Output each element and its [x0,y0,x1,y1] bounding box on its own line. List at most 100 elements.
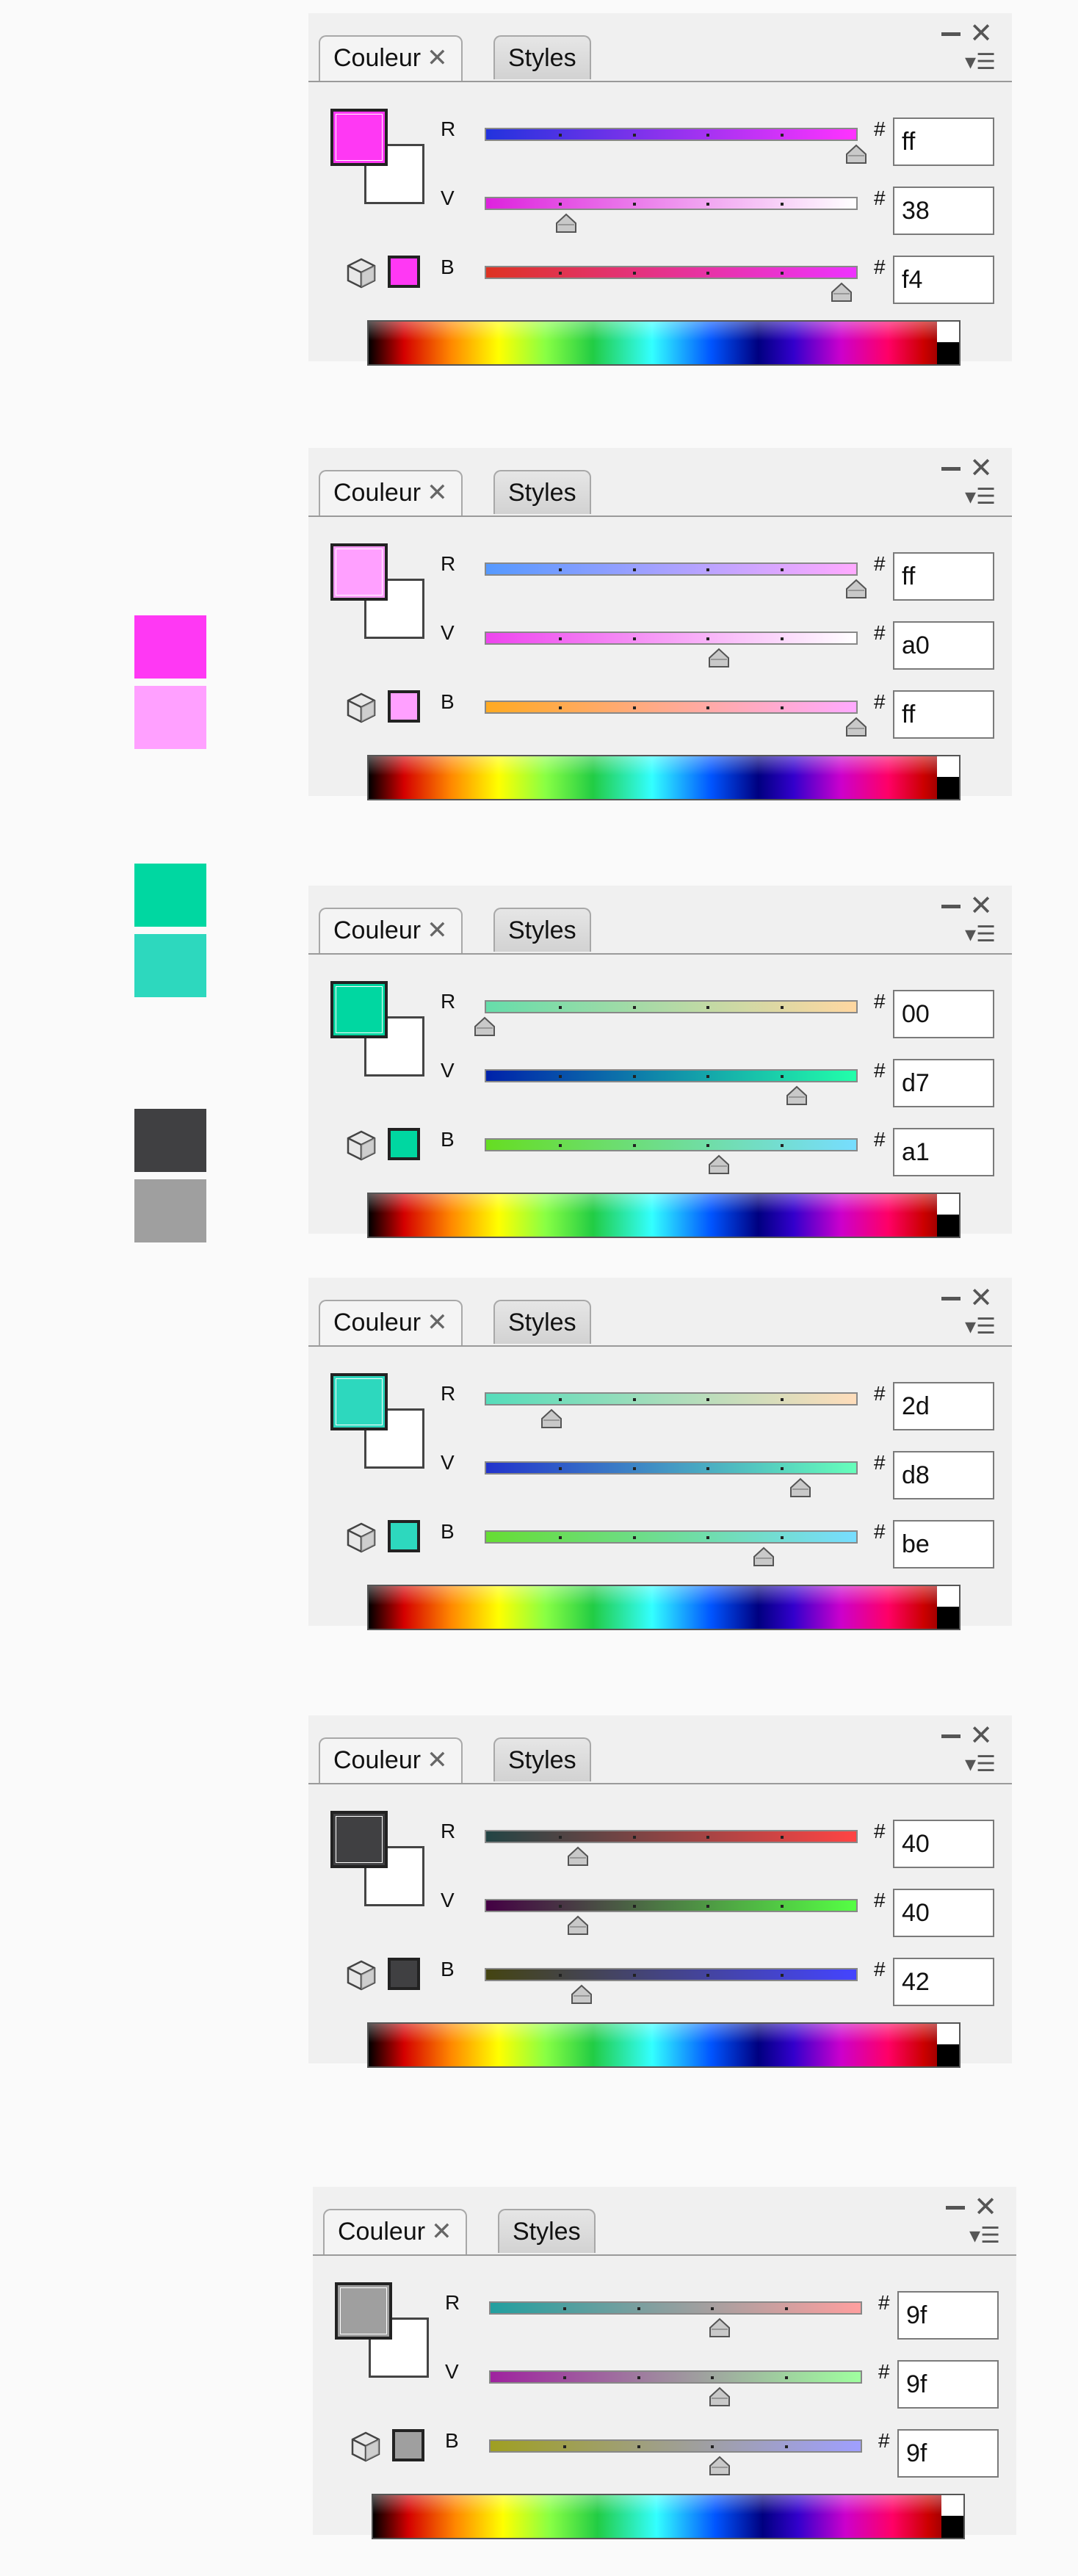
slider-thumb[interactable] [569,1984,594,2005]
channel-slider-track[interactable] [485,1461,858,1475]
slider-thumb[interactable] [751,1546,776,1567]
hex-value-field[interactable] [893,1958,994,2006]
panel-menu-icon[interactable]: ▾☰ [969,2224,1000,2248]
channel-slider-track[interactable] [485,1530,858,1544]
panel-menu-icon[interactable]: ▾☰ [965,485,996,510]
white-swatch[interactable] [941,2495,963,2516]
tab-couleur[interactable]: Couleur ✕ [319,1737,463,1783]
tab-styles[interactable]: Styles [493,908,591,952]
channel-slider-track[interactable] [485,128,858,141]
color-spectrum-ramp[interactable] [367,755,961,800]
tab-couleur[interactable]: Couleur ✕ [319,908,463,953]
panel-menu-icon[interactable]: ▾☰ [965,1314,996,1339]
tab-styles[interactable]: Styles [493,35,591,79]
hex-value-field[interactable] [893,117,994,166]
hex-value-field[interactable] [893,256,994,304]
hex-value-field[interactable] [897,2429,999,2478]
close-tab-icon[interactable]: ✕ [431,2218,452,2246]
channel-slider-track[interactable] [485,1069,858,1082]
channel-slider-track[interactable] [485,1138,858,1151]
hex-value-field[interactable] [893,690,994,739]
hex-value-field[interactable] [893,187,994,235]
foreground-color-swatch[interactable] [330,1811,388,1868]
hex-value-field[interactable] [893,1820,994,1868]
hex-value-field[interactable] [893,1128,994,1176]
slider-thumb[interactable] [472,1016,497,1037]
foreground-color-swatch[interactable] [335,2282,392,2340]
tab-styles[interactable]: Styles [493,470,591,514]
channel-slider-track[interactable] [485,562,858,576]
black-swatch[interactable] [941,2516,963,2538]
channel-slider-track[interactable] [485,1392,858,1405]
hex-value-field[interactable] [897,2291,999,2340]
white-swatch[interactable] [937,1586,959,1607]
slider-thumb[interactable] [788,1477,813,1498]
close-tab-icon[interactable]: ✕ [427,479,448,507]
panel-menu-icon[interactable]: ▾☰ [965,50,996,75]
color-spectrum-ramp[interactable] [367,320,961,366]
minimize-icon[interactable] [941,1297,961,1300]
color-spectrum-ramp[interactable] [367,2022,961,2068]
white-swatch[interactable] [937,756,959,777]
channel-slider-track[interactable] [485,1000,858,1013]
close-icon[interactable]: ✕ [969,1284,993,1313]
hex-value-field[interactable] [893,1059,994,1107]
tab-couleur[interactable]: Couleur ✕ [319,35,463,81]
close-tab-icon[interactable]: ✕ [427,1309,448,1336]
color-spectrum-ramp[interactable] [367,1193,961,1238]
slider-thumb[interactable] [707,2456,732,2476]
slider-thumb[interactable] [844,579,869,599]
close-icon[interactable]: ✕ [969,454,993,483]
close-icon[interactable]: ✕ [969,1721,993,1751]
slider-thumb[interactable] [554,213,579,234]
channel-slider-track[interactable] [489,2301,862,2315]
hex-value-field[interactable] [893,1520,994,1569]
panel-menu-icon[interactable]: ▾☰ [965,1752,996,1777]
black-swatch[interactable] [937,1215,959,1237]
close-tab-icon[interactable]: ✕ [427,1746,448,1774]
channel-slider-track[interactable] [485,266,858,279]
slider-thumb[interactable] [844,144,869,164]
minimize-icon[interactable] [946,2206,965,2210]
slider-thumb[interactable] [784,1085,809,1106]
foreground-color-swatch[interactable] [330,543,388,601]
hex-value-field[interactable] [893,621,994,670]
hex-value-field[interactable] [897,2360,999,2409]
close-tab-icon[interactable]: ✕ [427,44,448,72]
channel-slider-track[interactable] [485,1968,858,1981]
tab-styles[interactable]: Styles [498,2209,596,2253]
slider-thumb[interactable] [706,1154,731,1175]
channel-slider-track[interactable] [485,1830,858,1843]
close-icon[interactable]: ✕ [969,891,993,921]
foreground-color-swatch[interactable] [330,1373,388,1430]
slider-thumb[interactable] [539,1408,564,1429]
close-tab-icon[interactable]: ✕ [427,916,448,944]
black-swatch[interactable] [937,777,959,799]
color-spectrum-ramp[interactable] [367,1585,961,1630]
white-swatch[interactable] [937,1194,959,1215]
channel-slider-track[interactable] [485,632,858,645]
tab-couleur[interactable]: Couleur ✕ [319,470,463,515]
tab-styles[interactable]: Styles [493,1737,591,1781]
slider-thumb[interactable] [707,2387,732,2407]
hex-value-field[interactable] [893,1451,994,1499]
slider-thumb[interactable] [829,282,854,303]
hex-value-field[interactable] [893,990,994,1038]
slider-thumb[interactable] [706,648,731,668]
close-icon[interactable]: ✕ [974,2193,997,2222]
color-spectrum-ramp[interactable] [372,2494,965,2539]
channel-slider-track[interactable] [485,701,858,714]
slider-thumb[interactable] [707,2318,732,2338]
minimize-icon[interactable] [941,1734,961,1738]
slider-thumb[interactable] [565,1846,590,1867]
channel-slider-track[interactable] [485,1899,858,1912]
minimize-icon[interactable] [941,32,961,36]
black-swatch[interactable] [937,342,959,364]
minimize-icon[interactable] [941,905,961,908]
channel-slider-track[interactable] [485,197,858,210]
panel-menu-icon[interactable]: ▾☰ [965,922,996,947]
tab-couleur[interactable]: Couleur ✕ [319,1300,463,1345]
white-swatch[interactable] [937,322,959,342]
black-swatch[interactable] [937,1607,959,1629]
slider-thumb[interactable] [565,1915,590,1936]
